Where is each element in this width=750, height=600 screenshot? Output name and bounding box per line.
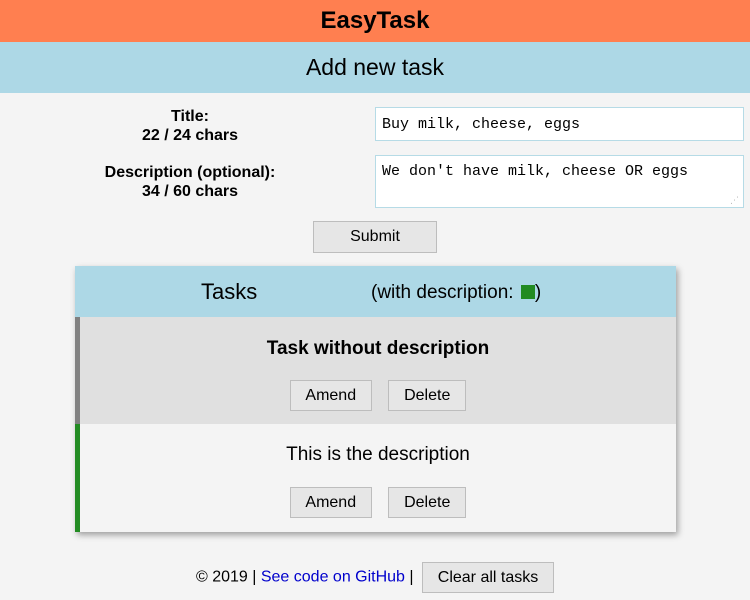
tasks-panel: Tasks (with description: ) Task without …: [75, 266, 676, 532]
copyright-text: © 2019 |: [195, 568, 257, 586]
footer-separator: |: [409, 568, 414, 586]
task-text: Task without description: [266, 338, 490, 359]
title-label: Title:: [171, 108, 209, 125]
title-label-block: Title: 22 / 24 chars: [60, 107, 320, 145]
title-char-count: 22 / 24 chars: [141, 127, 239, 144]
description-legend: (with description: ): [371, 282, 541, 304]
legend-text: (with description:: [371, 282, 514, 303]
task-item: This is the description Amend Delete: [75, 424, 676, 532]
amend-button[interactable]: Amend: [289, 380, 372, 411]
task-item: Task without description Amend Delete: [75, 317, 676, 424]
submit-button[interactable]: Submit: [313, 221, 437, 253]
description-char-count: 34 / 60 chars: [141, 183, 239, 200]
task-text: This is the description: [286, 444, 470, 465]
tasks-heading: Tasks: [201, 279, 258, 304]
footer: © 2019 | See code on GitHub | Clear all …: [0, 562, 750, 593]
task-actions: Amend Delete: [80, 487, 676, 518]
delete-button[interactable]: Delete: [388, 487, 467, 518]
description-input[interactable]: We don't have milk, cheese OR eggs: [375, 155, 744, 208]
add-task-heading: Add new task: [0, 42, 750, 93]
amend-button[interactable]: Amend: [289, 487, 372, 518]
legend-close: ): [534, 282, 542, 303]
description-label: Description (optional):: [104, 164, 276, 181]
legend-swatch-icon: [520, 285, 535, 299]
github-link[interactable]: See code on GitHub: [261, 569, 405, 586]
add-task-form: Title: 22 / 24 chars Description (option…: [0, 93, 750, 268]
clear-all-tasks-button[interactable]: Clear all tasks: [422, 562, 555, 593]
title-input[interactable]: [375, 107, 744, 141]
description-label-block: Description (optional): 34 / 60 chars: [60, 163, 320, 201]
resize-grip-icon[interactable]: ⋰: [730, 195, 740, 205]
tasks-header: Tasks (with description: ): [75, 266, 676, 317]
delete-button[interactable]: Delete: [388, 380, 467, 411]
app-title: EasyTask: [0, 0, 750, 42]
task-actions: Amend Delete: [80, 380, 676, 411]
